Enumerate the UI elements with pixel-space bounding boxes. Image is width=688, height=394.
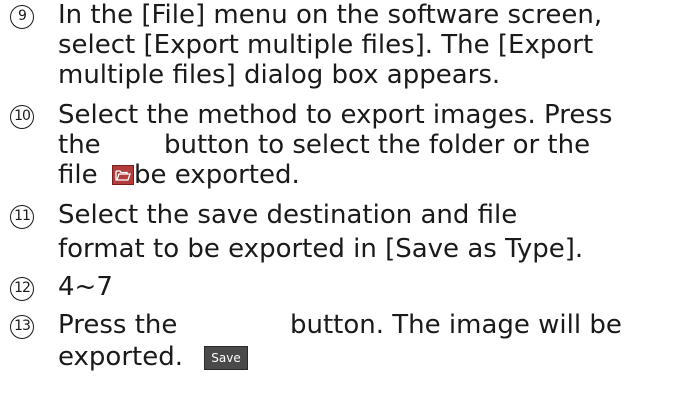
step-10-line-2a: the xyxy=(58,130,101,160)
folder-open-icon[interactable] xyxy=(112,165,134,185)
step-11-line-2: format to be exported in [Save as Type]. xyxy=(58,234,584,264)
step-13-line-2: exported. xyxy=(58,342,183,372)
step-number-9: 9 xyxy=(8,2,40,34)
step-11-line-1: Select the save destination and file xyxy=(58,200,518,230)
save-button[interactable]: Save xyxy=(204,346,248,370)
step-10-line-2b: button to select the folder or the xyxy=(164,130,591,160)
step-13-line-1a: Press the xyxy=(58,310,178,340)
step-10-line-3b: be exported. xyxy=(134,160,300,190)
step-number-13: 13 xyxy=(8,312,40,344)
step-13-line-1b: button. The image will be xyxy=(290,310,622,340)
step-10-line-1: Select the method to export images. Pres… xyxy=(58,100,613,130)
step-number-12: 12 xyxy=(8,274,40,306)
step-number-10: 10 xyxy=(8,102,40,134)
step-10-line-3a: file xyxy=(58,160,98,190)
step-9-line-1: In the [File] menu on the software scree… xyxy=(58,0,603,30)
step-9-line-3: multiple files] dialog box appears. xyxy=(58,60,501,90)
step-9-line-2: select [Export multiple files]. The [Exp… xyxy=(58,30,594,60)
step-number-11: 11 xyxy=(8,202,40,234)
step-12-line-1: 4~7 xyxy=(58,272,113,302)
